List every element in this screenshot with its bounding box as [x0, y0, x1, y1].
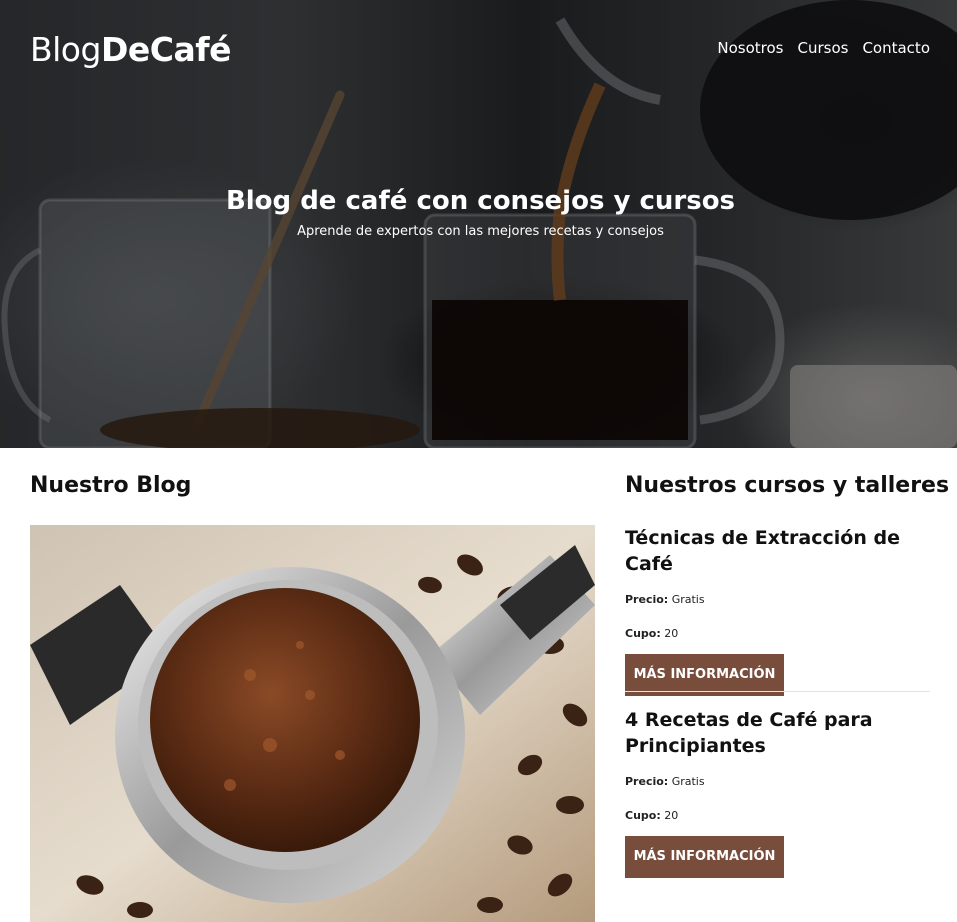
blog-heading: Nuestro Blog [30, 473, 192, 498]
course-quota-label: Cupo: [625, 627, 661, 640]
blog-post-image[interactable] [30, 525, 595, 922]
site-logo[interactable]: BlogDeCafé [30, 30, 231, 69]
course-quota-label: Cupo: [625, 809, 661, 822]
hero-subtitle: Aprende de expertos con las mejores rece… [297, 224, 664, 239]
course-quota: Cupo: 20 [625, 627, 930, 640]
logo-text-light: Blog [30, 30, 101, 69]
course-price-label: Precio: [625, 593, 669, 606]
more-info-button[interactable]: Más Información [625, 654, 784, 696]
nav-link-cursos[interactable]: Cursos [797, 39, 848, 57]
portafilter-coffee-image [30, 525, 595, 922]
hero-title: Blog de café con consejos y cursos [225, 186, 736, 216]
course-price-value: Gratis [671, 775, 705, 788]
course-title: Técnicas de Extracción de Café [625, 527, 900, 575]
course-price-label: Precio: [625, 775, 669, 788]
more-info-button[interactable]: Más Información [625, 836, 784, 878]
course-title: 4 Recetas de Café para Principiantes [625, 709, 873, 757]
course-price: Precio: Gratis [625, 775, 930, 788]
course-quota: Cupo: 20 [625, 809, 930, 822]
course-divider [625, 691, 930, 692]
hero-banner: BlogDeCafé Nosotros Cursos Contacto Blog… [0, 0, 957, 448]
course-quota-value: 20 [664, 627, 679, 640]
hero-text: Blog de café con consejos y cursos Apren… [0, 186, 957, 239]
logo-text-bold: DeCafé [100, 30, 232, 69]
nav-link-contacto[interactable]: Contacto [862, 39, 930, 57]
course-card: Técnicas de Extracción de Café Precio: G… [625, 525, 930, 696]
course-price: Precio: Gratis [625, 593, 930, 606]
course-quota-value: 20 [664, 809, 679, 822]
course-price-value: Gratis [671, 593, 705, 606]
nav-link-nosotros[interactable]: Nosotros [717, 39, 783, 57]
courses-heading: Nuestros cursos y talleres [625, 473, 950, 498]
course-card: 4 Recetas de Café para Principiantes Pre… [625, 707, 930, 878]
main-nav: Nosotros Cursos Contacto [717, 39, 930, 57]
